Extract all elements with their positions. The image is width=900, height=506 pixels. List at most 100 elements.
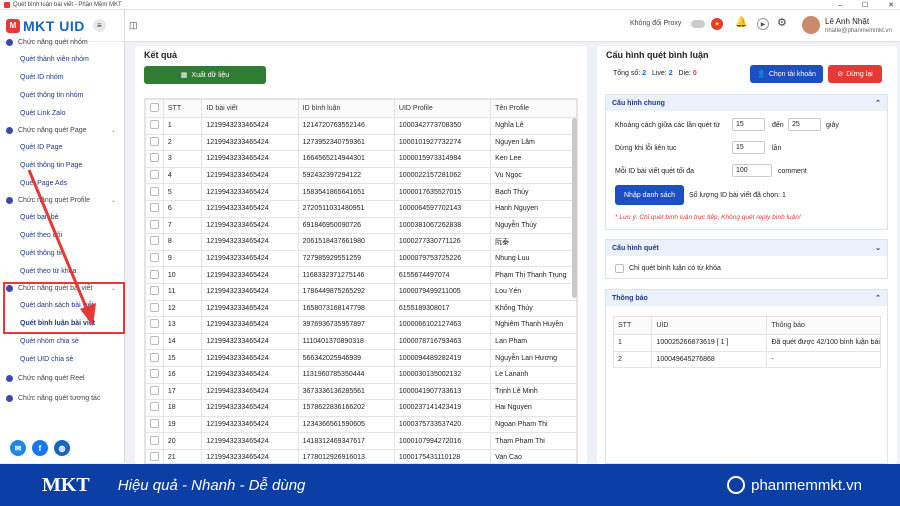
sidebar-item[interactable]: Quét nhóm chia sẻ [0, 332, 124, 350]
menu-toggle-icon[interactable]: ≡ [92, 19, 106, 32]
sidebar-item[interactable]: Quét ID Page [0, 138, 124, 156]
row-checkbox[interactable] [145, 399, 164, 417]
table-row[interactable]: 19 1219943233465424 1234366561590605 100037… [145, 415, 577, 434]
row-checkbox[interactable] [145, 249, 164, 268]
sidebar-item[interactable]: Quét Page Ads [0, 174, 124, 192]
table-cell: 8 [162, 233, 203, 251]
table-row[interactable]: 16 1219943233465424 1131960785350444 100003… [145, 365, 577, 384]
sidebar-item[interactable]: Quét UID chia sẻ [0, 350, 124, 368]
table-row[interactable]: 14 1219943233465424 1110401370890318 100007… [145, 332, 577, 351]
sidebar-item[interactable]: Quét theo từ khóa [0, 262, 124, 280]
row-checkbox[interactable] [145, 365, 164, 384]
row-checkbox[interactable] [145, 266, 164, 284]
keyword-checkbox[interactable] [615, 264, 624, 273]
globe-icon[interactable]: ◍ [54, 440, 70, 456]
select-all-checkbox[interactable] [145, 99, 164, 118]
row-checkbox[interactable] [145, 316, 164, 334]
layout-icon[interactable]: ◫ [129, 20, 138, 31]
delay-to-input[interactable]: 25 [788, 118, 821, 131]
col-header[interactable]: ID bình luận [297, 99, 395, 118]
export-button[interactable]: ▦ Xuất dữ liệu [144, 66, 266, 84]
import-list-button[interactable]: Nhập danh sách [615, 185, 684, 205]
row-checkbox[interactable] [145, 133, 164, 152]
table-row[interactable]: 15 1219943233465424 566342025946939 1000094… [145, 349, 577, 367]
sidebar-item[interactable]: Quét thông tin Page [0, 156, 124, 174]
row-checkbox[interactable] [145, 382, 164, 401]
row-checkbox[interactable] [145, 183, 164, 201]
sidebar-item[interactable]: Quét thông tin [0, 244, 124, 262]
table-row[interactable]: 13 1219943233465424 3976936735957897 100006… [145, 316, 577, 334]
table-row[interactable]: 8 1219943233465424 2061518437661980 1000277… [145, 233, 577, 251]
table-row[interactable]: 11 1219943233465424 1786449875265292 100007… [145, 282, 577, 301]
table-row[interactable]: 20 1219943233465424 1418312469347617 100010… [145, 432, 577, 450]
play-icon[interactable]: ▶ [757, 18, 769, 30]
col-header[interactable]: STT [162, 99, 203, 118]
sidebar-item[interactable]: Quét thành viên nhóm [0, 50, 124, 68]
scan-header[interactable]: Cấu hình quét ⌄ [606, 240, 887, 256]
table-row[interactable]: 1 1219943233465424 1214720763552146 1000342… [145, 117, 577, 135]
table-row[interactable]: 7 1219943233465424 691846950090726 10003810… [145, 216, 577, 235]
vietnam-flag-icon[interactable]: ★ [711, 18, 723, 30]
general-header[interactable]: Cấu hình chung ⌃ [606, 95, 887, 111]
sidebar-item[interactable]: Quét ID nhóm [0, 68, 124, 86]
col-header[interactable]: Tên Profile [490, 99, 577, 118]
table-scrollbar[interactable] [572, 118, 577, 298]
group-reel[interactable]: Chức năng quét Reel [0, 368, 124, 388]
maximize-button[interactable]: ☐ [862, 1, 868, 9]
table-row[interactable]: 6 1219943233465424 2720511031480951 1000064… [145, 199, 577, 218]
col-header[interactable]: ID bài viết [201, 99, 299, 118]
table-row[interactable]: 12 1219943233465424 1658073168147798 615518… [145, 299, 577, 318]
table-cell: 1000079753725226 [393, 249, 492, 268]
stop-button[interactable]: ⊘ Dừng lại [828, 65, 882, 83]
keyword-option[interactable]: Chỉ quét bình luận có từ khóa [615, 264, 721, 273]
table-row[interactable]: 18 1219943233465424 1578622836166202 100023… [145, 399, 577, 417]
group-group[interactable]: Chức năng quét nhóm [0, 34, 124, 50]
col-header[interactable]: UID Profile [393, 99, 492, 118]
log-header[interactable]: Thông báo ⌃ [606, 290, 887, 306]
sidebar-item[interactable]: Quét thông tin nhóm [0, 86, 124, 104]
table-row[interactable]: 17 1219943233465424 3673336136285561 100004… [145, 382, 577, 401]
minimize-button[interactable]: – [838, 2, 842, 9]
chat-icon[interactable]: ✉ [10, 440, 26, 456]
sidebar-item[interactable]: Quét Link Zalo [0, 104, 124, 122]
row-checkbox[interactable] [145, 233, 164, 251]
table-row[interactable]: 10 1219943233465424 1168332371275146 615567… [145, 266, 577, 284]
results-table-wrap: STT ID bài viết ID bình luận UID Profile… [144, 98, 578, 464]
group-page[interactable]: Chức năng quét Page ⌄ [0, 122, 124, 138]
row-checkbox[interactable] [145, 432, 164, 450]
gear-icon[interactable]: ⚙ [777, 16, 787, 29]
delay-from-input[interactable]: 15 [732, 118, 765, 131]
table-row[interactable]: 21 1219943233465424 1778012926916013 100017… [145, 448, 577, 463]
row-checkbox[interactable] [145, 332, 164, 351]
choose-account-button[interactable]: 👤 Chọn tài khoản [750, 65, 823, 83]
row-checkbox[interactable] [145, 448, 164, 463]
row-checkbox[interactable] [145, 166, 164, 185]
close-button[interactable]: ✕ [888, 1, 894, 9]
sidebar-item[interactable]: Quét theo dõi [0, 226, 124, 244]
group-profile[interactable]: Chức năng quét Profile ⌄ [0, 192, 124, 208]
table-row[interactable]: 5 1219943233465424 1583541865641651 1000017… [145, 183, 577, 201]
chevron-down-icon: ⌄ [875, 245, 881, 252]
row-checkbox[interactable] [145, 216, 164, 235]
table-row[interactable]: 2 1219943233465424 1273952340759361 1000101… [145, 133, 577, 152]
facebook-icon[interactable]: f [32, 440, 48, 456]
table-cell: 1219943233465424 [201, 415, 299, 434]
bell-icon[interactable]: 🔔 [735, 17, 747, 28]
row-checkbox[interactable] [145, 299, 164, 318]
proxy-toggle[interactable] [691, 20, 705, 28]
avatar[interactable] [802, 16, 820, 34]
table-row[interactable]: 4 1219943233465424 592432397294122 10000221… [145, 166, 577, 185]
row-checkbox[interactable] [145, 117, 164, 135]
row-checkbox[interactable] [145, 150, 164, 168]
group-interaction[interactable]: Chức năng quét tương tác [0, 388, 124, 408]
sidebar-item[interactable]: Quét bạn bè [0, 208, 124, 226]
footer-site: phanmemmkt.vn [727, 476, 862, 494]
row-checkbox[interactable] [145, 199, 164, 218]
stop-error-input[interactable]: 15 [732, 141, 765, 154]
row-checkbox[interactable] [145, 282, 164, 301]
table-row[interactable]: 9 1219943233465424 727985929551259 10000797… [145, 249, 577, 268]
max-input[interactable]: 100 [732, 164, 772, 177]
row-checkbox[interactable] [145, 349, 164, 367]
row-checkbox[interactable] [145, 415, 164, 434]
table-row[interactable]: 3 1219943233465424 1664565214944301 1000015… [145, 150, 577, 168]
